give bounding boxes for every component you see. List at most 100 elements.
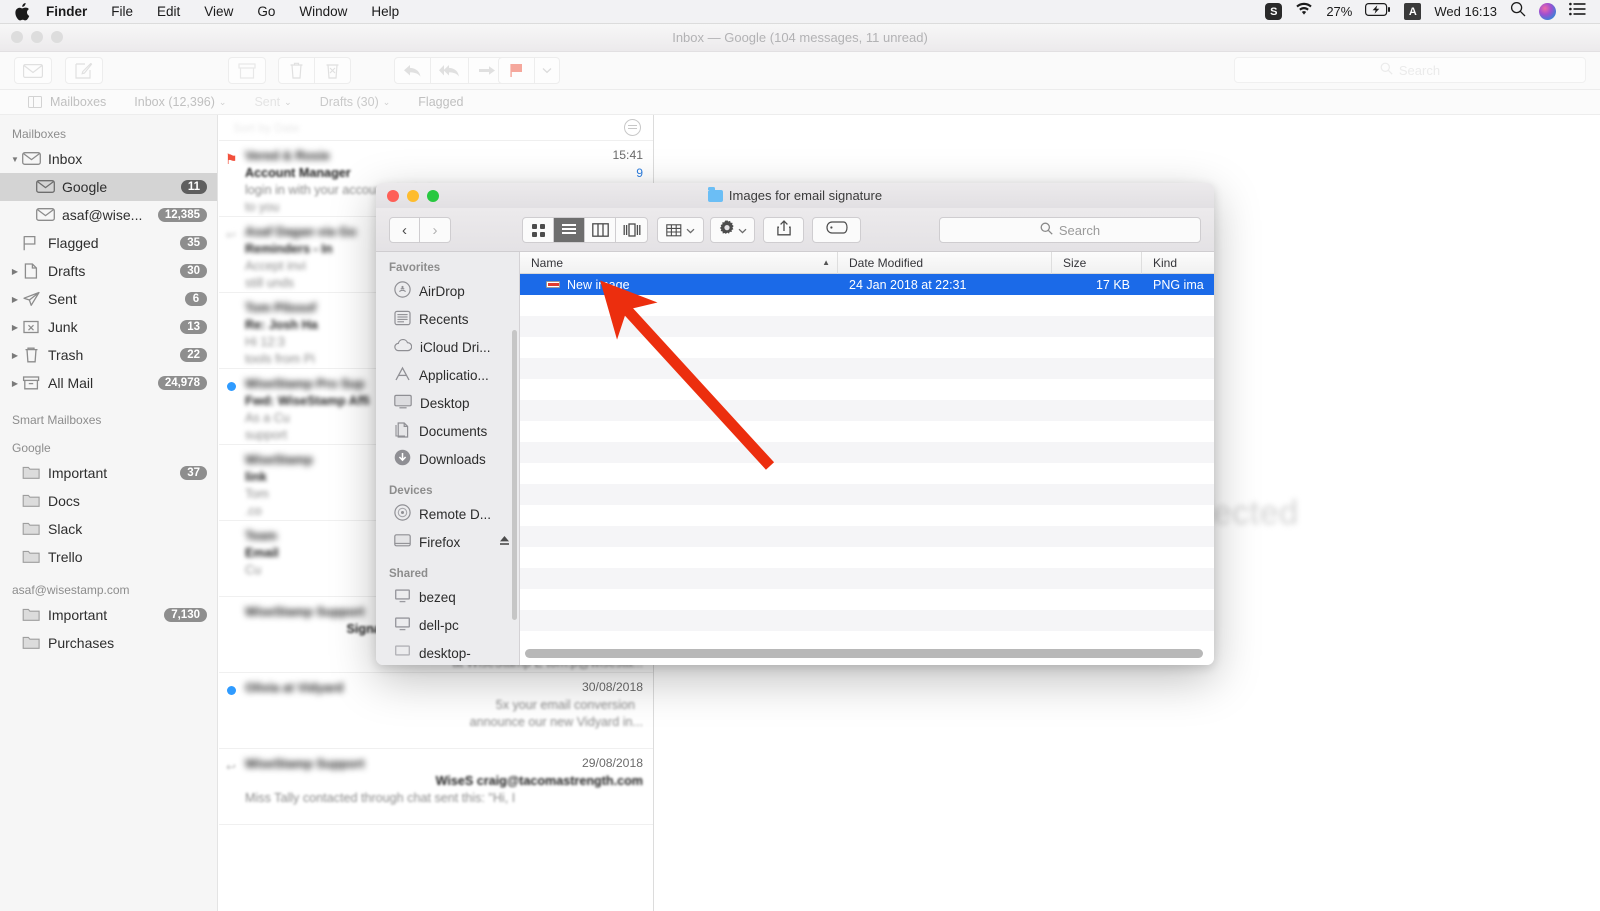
keyboard-input-icon[interactable]: A (1404, 3, 1421, 20)
finder-sidebar-item-firefox[interactable]: Firefox (376, 528, 519, 556)
finder-sidebar-item-airdrop[interactable]: AirDrop (376, 277, 519, 305)
flag-icon[interactable] (499, 58, 534, 83)
table-row-empty (520, 526, 1214, 547)
disclosure-triangle-icon[interactable]: ▶ (8, 379, 22, 388)
trash-icon[interactable] (279, 58, 314, 83)
sidebar-item-asaf-wisestamp[interactable]: asaf@wise... 12,385 (0, 201, 217, 229)
battery-charging-icon[interactable] (1365, 3, 1391, 21)
share-button[interactable] (763, 217, 804, 243)
junk-icon[interactable] (315, 58, 350, 83)
finder-sidebar-item-dell-pc[interactable]: dell-pc (376, 611, 519, 639)
column-header-name[interactable]: Name ▲ (520, 252, 838, 274)
reply-icon[interactable] (395, 58, 430, 83)
sidebar-item-google-important[interactable]: Important 37 (0, 459, 217, 487)
table-row-empty (520, 505, 1214, 526)
sidebar-item-google-trello[interactable]: Trello (0, 543, 217, 571)
sidebar-item-wisestamp-important[interactable]: Important 7,130 (0, 601, 217, 629)
disclosure-triangle-icon[interactable]: ▶ (8, 295, 22, 304)
sidebar-item-google-slack[interactable]: Slack (0, 515, 217, 543)
column-header-kind[interactable]: Kind (1142, 252, 1214, 274)
drafts-icon (22, 263, 41, 279)
column-header-size[interactable]: Size (1052, 252, 1142, 274)
action-gear-button[interactable] (710, 217, 755, 243)
compose-icon[interactable] (65, 57, 103, 84)
skype-icon[interactable]: S (1265, 3, 1282, 20)
reply-all-icon[interactable] (431, 58, 467, 83)
finder-horizontal-scrollbar[interactable] (525, 649, 1203, 658)
finder-sidebar-item-recents[interactable]: Recents (376, 305, 519, 333)
finder-sidebar-item-desktop[interactable]: Desktop (376, 389, 519, 417)
finder-traffic-lights (387, 190, 439, 202)
column-header-date-modified[interactable]: Date Modified (838, 252, 1052, 274)
favorites-drafts-button[interactable]: Drafts (30) ⌄ (306, 95, 405, 109)
finder-sidebar-item-desktop-shared[interactable]: desktop- (376, 639, 519, 665)
sort-by-label[interactable]: Sort by Date (233, 121, 300, 135)
chevron-right-icon[interactable]: › (420, 217, 451, 243)
sidebar-item-sent[interactable]: ▶ Sent 6 (0, 285, 217, 313)
apple-logo-icon[interactable] (14, 3, 30, 21)
eject-icon[interactable] (498, 534, 511, 550)
tag-button[interactable] (812, 217, 861, 243)
finder-window[interactable]: Images for email signature ‹ › (376, 183, 1214, 665)
favorites-mailboxes-button[interactable]: Mailboxes (14, 95, 120, 109)
menu-item-help[interactable]: Help (359, 0, 411, 24)
mailbox-icon[interactable] (14, 57, 52, 84)
wifi-icon[interactable] (1295, 2, 1313, 21)
clock-label[interactable]: Wed 16:13 (1434, 4, 1497, 19)
sidebar-item-junk[interactable]: ▶ Junk 13 (0, 313, 217, 341)
siri-icon[interactable] (1539, 3, 1556, 20)
sidebar-item-all-mail[interactable]: ▶ All Mail 24,978 (0, 369, 217, 397)
column-view-icon[interactable] (585, 218, 616, 242)
sidebar-item-wisestamp-purchases[interactable]: Purchases (0, 629, 217, 657)
menu-item-window[interactable]: Window (287, 0, 359, 24)
finder-sidebar-scrollbar[interactable] (512, 330, 517, 620)
menu-item-file[interactable]: File (99, 0, 145, 24)
favorites-sent-button[interactable]: Sent ⌄ (240, 95, 305, 109)
list-item[interactable]: Olivia at Vidyard 5x your email conversi… (219, 673, 653, 749)
finder-sidebar-item-bezeq[interactable]: bezeq (376, 583, 519, 611)
mail-search-input[interactable]: Search (1234, 57, 1586, 83)
chevron-left-icon[interactable]: ‹ (389, 217, 420, 243)
sidebar-item-drafts[interactable]: ▶ Drafts 30 (0, 257, 217, 285)
remote-disc-icon (394, 504, 411, 524)
menu-item-view[interactable]: View (192, 0, 245, 24)
icon-view-icon[interactable] (523, 218, 554, 242)
disclosure-triangle-icon[interactable]: ▶ (8, 267, 22, 276)
favorites-inbox-button[interactable]: Inbox (12,396) ⌄ (120, 95, 240, 109)
arrange-by-button[interactable] (657, 217, 704, 243)
list-item[interactable]: ↩ WiseStamp Support WiseS craig@tacomast… (219, 749, 653, 825)
finder-sidebar-item-documents[interactable]: Documents (376, 417, 519, 445)
finder-file-list[interactable]: Name ▲ Date Modified Size Kind New image… (519, 252, 1214, 665)
computer-icon (394, 616, 411, 634)
sidebar-item-inbox[interactable]: ▼ Inbox (0, 145, 217, 173)
spotlight-search-icon[interactable] (1510, 1, 1526, 22)
filter-icon[interactable] (624, 119, 641, 136)
finder-sidebar-item-remote-disc[interactable]: Remote D... (376, 500, 519, 528)
finder-zoom-button[interactable] (427, 190, 439, 202)
menu-item-edit[interactable]: Edit (145, 0, 192, 24)
chevron-down-icon: ⌄ (383, 97, 391, 108)
notification-center-icon[interactable] (1569, 2, 1586, 21)
list-view-icon[interactable] (554, 218, 585, 242)
finder-minimize-button[interactable] (407, 190, 419, 202)
sidebar-item-google-docs[interactable]: Docs (0, 487, 217, 515)
chevron-down-icon[interactable] (535, 58, 559, 83)
disclosure-triangle-icon[interactable]: ▶ (8, 351, 22, 360)
sidebar-item-google[interactable]: Google 11 (0, 173, 217, 201)
table-row[interactable]: New image 24 Jan 2018 at 22:31 17 KB PNG… (520, 274, 1214, 295)
finder-close-button[interactable] (387, 190, 399, 202)
finder-sidebar-item-applications[interactable]: Applicatio... (376, 361, 519, 389)
finder-search-input[interactable]: Search (939, 217, 1201, 243)
disclosure-triangle-icon[interactable]: ▼ (8, 155, 22, 164)
favorites-flagged-button[interactable]: Flagged (404, 95, 477, 109)
finder-sidebar-item-icloud-drive[interactable]: iCloud Dri... (376, 333, 519, 361)
menu-item-finder[interactable]: Finder (34, 0, 99, 24)
folder-icon (22, 521, 41, 537)
archive-icon[interactable] (228, 57, 266, 84)
sidebar-item-flagged[interactable]: Flagged 35 (0, 229, 217, 257)
disclosure-triangle-icon[interactable]: ▶ (8, 323, 22, 332)
sidebar-item-trash[interactable]: ▶ Trash 22 (0, 341, 217, 369)
menu-item-go[interactable]: Go (245, 0, 287, 24)
finder-sidebar-item-downloads[interactable]: Downloads (376, 445, 519, 473)
gallery-view-icon[interactable] (616, 218, 647, 242)
